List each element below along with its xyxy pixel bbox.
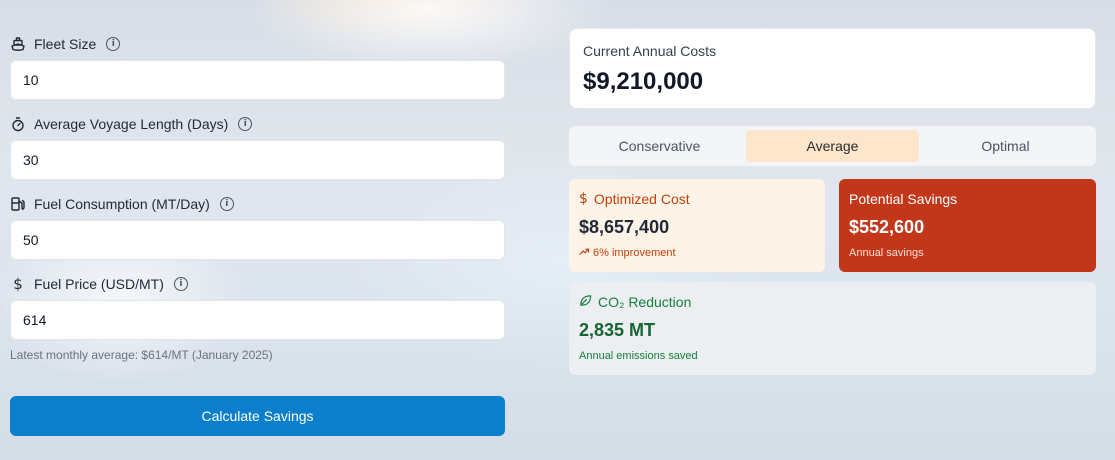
tab-optimal[interactable]: Optimal (919, 130, 1092, 162)
optimized-cost-title: Optimized Cost (593, 191, 690, 207)
fuel-price-label-row: $ Fuel Price (USD/MT) i (10, 274, 188, 294)
fuel-consumption-label: Fuel Consumption (MT/Day) (34, 196, 210, 212)
stopwatch-icon (10, 116, 26, 132)
fuel-consumption-label-row: Fuel Consumption (MT/Day) i (10, 194, 234, 214)
voyage-length-input[interactable]: 30 (10, 140, 505, 180)
info-icon[interactable]: i (173, 277, 188, 291)
fuel-price-hint: Latest monthly average: $614/MT (January… (10, 348, 273, 362)
current-costs-card: Current Annual Costs $9,210,000 (569, 28, 1096, 109)
voyage-length-label: Average Voyage Length (Days) (34, 116, 229, 132)
dollar-icon: $ (579, 191, 588, 207)
potential-savings-title: Potential Savings (849, 191, 958, 207)
improvement-text: 6% improvement (593, 247, 676, 259)
potential-savings-card: Potential Savings $552,600 Annual saving… (839, 179, 1096, 272)
co2-reduction-value: 2,835 MT (579, 320, 656, 340)
optimized-cost-sub: 6% improvement (579, 247, 815, 259)
optimized-cost-value: $8,657,400 (579, 217, 670, 237)
scenario-tabs: Conservative Average Optimal (569, 126, 1096, 166)
tab-conservative[interactable]: Conservative (573, 130, 746, 162)
tab-average[interactable]: Average (746, 130, 919, 162)
co2-reduction-sub: Annual emissions saved (579, 350, 698, 362)
calculate-savings-button[interactable]: Calculate Savings (10, 396, 505, 436)
fleet-size-label: Fleet Size (34, 36, 97, 52)
ship-icon (10, 36, 26, 52)
fuel-pump-icon (10, 196, 26, 212)
current-costs-title: Current Annual Costs (583, 43, 717, 59)
co2-reduction-card: CO₂ Reduction 2,835 MT Annual emissions … (569, 282, 1096, 375)
fuel-price-label: Fuel Price (USD/MT) (34, 276, 164, 292)
co2-reduction-header: CO₂ Reduction (579, 294, 1086, 310)
fleet-size-label-row: Fleet Size i (10, 34, 121, 54)
dollar-icon: $ (13, 275, 23, 293)
info-icon[interactable]: i (106, 37, 121, 51)
info-icon[interactable]: i (238, 117, 253, 131)
potential-savings-sub: Annual savings (849, 247, 924, 259)
potential-savings-value: $552,600 (849, 217, 925, 237)
optimized-cost-card: $ Optimized Cost $8,657,400 6% improveme… (569, 179, 825, 272)
info-icon[interactable]: i (219, 197, 234, 211)
fleet-size-input[interactable]: 10 (10, 60, 505, 100)
fuel-price-input[interactable]: 614 (10, 300, 505, 340)
voyage-length-label-row: Average Voyage Length (Days) i (10, 114, 253, 134)
leaf-icon (579, 294, 592, 310)
co2-reduction-title: CO₂ Reduction (598, 294, 692, 310)
fuel-consumption-input[interactable]: 50 (10, 220, 505, 260)
trending-up-icon (579, 247, 590, 259)
optimized-cost-header: $ Optimized Cost (579, 191, 815, 207)
current-costs-value: $9,210,000 (583, 68, 704, 95)
